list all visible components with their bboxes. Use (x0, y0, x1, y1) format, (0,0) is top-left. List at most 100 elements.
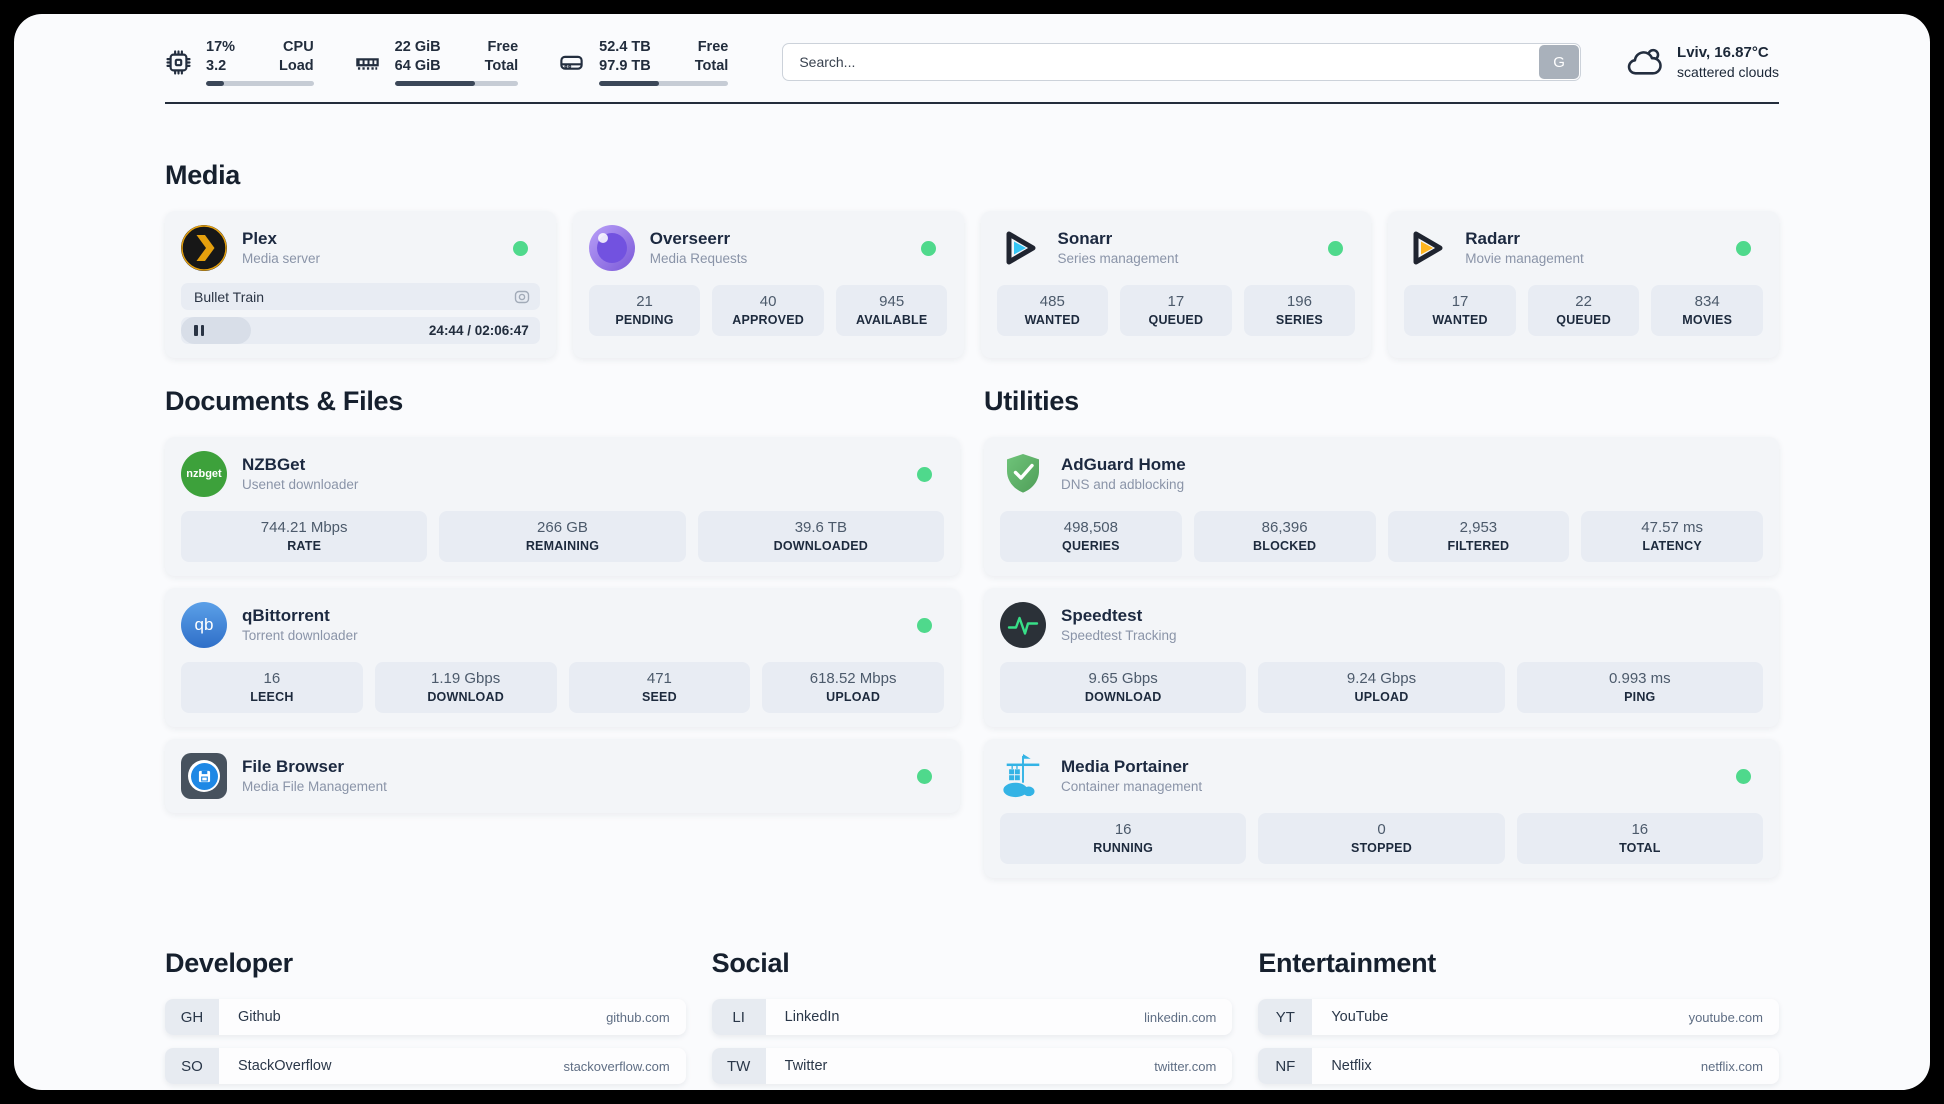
stat-label: PING (1624, 690, 1656, 704)
utilities-heading: Utilities (984, 386, 1079, 416)
stat-label: RUNNING (1093, 841, 1154, 855)
stat-value: 40 (759, 293, 777, 310)
status-online-dot (920, 240, 936, 256)
developer-column: Developer GH Github github.com SO StackO… (165, 948, 686, 1090)
cpu-usage-value: 17% (206, 39, 236, 55)
storage-metric: 52.4 TB 97.9 TB Free Total (558, 38, 729, 86)
sonarr-card[interactable]: Sonarr Series management 485 WANTED 17 Q… (980, 211, 1372, 358)
app-subtitle: Media server (242, 251, 321, 266)
overseerr-card[interactable]: Overseerr Media Requests 21 PENDING 40 A… (572, 211, 964, 358)
radarr-card[interactable]: Radarr Movie management 17 WANTED 22 QUE… (1388, 211, 1779, 358)
bookmark-name: StackOverflow (238, 1058, 332, 1074)
app-title: qBittorrent (242, 606, 330, 625)
header: 17% 3.2 CPU Load 22 GiB 64 GiB Free Tota… (165, 38, 1779, 86)
app-title: NZBGet (242, 455, 306, 474)
filebrowser-card[interactable]: File Browser Media File Management (165, 739, 960, 813)
stat-value: 0 (1377, 821, 1386, 838)
status-online-dot (917, 617, 932, 633)
bookmark-netflix[interactable]: NF Netflix netflix.com (1258, 1048, 1779, 1084)
stat-label: PENDING (615, 313, 674, 327)
stat-value: 9.24 Gbps (1346, 670, 1417, 687)
bookmark-abbr: TW (711, 1048, 766, 1084)
stat-value: 9.65 Gbps (1088, 670, 1158, 687)
disk-total-label: Total (694, 58, 729, 74)
stat-box: 47.57 ms LATENCY (1581, 511, 1763, 562)
stat-box: 471 SEED (568, 662, 751, 713)
search-input[interactable] (782, 43, 1582, 81)
bookmark-linkedin[interactable]: LI LinkedIn linkedin.com (711, 999, 1233, 1035)
search-engine-button[interactable]: G (1539, 45, 1580, 79)
stat-box: 0.993 ms PING (1516, 662, 1763, 713)
disk-free-label: Free (697, 39, 729, 55)
weather-widget[interactable]: Lviv, 16.87°C scattered clouds (1625, 43, 1779, 82)
stat-label: DOWNLOAD (427, 690, 504, 704)
overseerr-logo-icon (588, 225, 635, 271)
stat-label: AVAILABLE (855, 313, 928, 327)
disk-total-value: 97.9 TB (599, 58, 651, 74)
entertainment-column: Entertainment YT YouTube youtube.com NF … (1258, 948, 1779, 1090)
nzbget-card[interactable]: nzbget NZBGet Usenet downloader 744.21 M… (165, 437, 960, 576)
plex-card[interactable]: Plex Media server Bullet Train 24:44 / 0… (165, 211, 556, 358)
memory-metric: 22 GiB 64 GiB Free Total (354, 38, 519, 86)
stat-value: 16 (1114, 821, 1132, 838)
stat-box: 1.19 Gbps DOWNLOAD (374, 662, 557, 713)
stat-box: 17 QUEUED (1120, 285, 1232, 336)
bookmark-abbr: GH (165, 999, 219, 1035)
app-title: AdGuard Home (1061, 455, 1186, 474)
bookmark-url: stackoverflow.com (563, 1058, 670, 1074)
stat-label: FILTERED (1447, 539, 1510, 553)
playback-time: 24:44 / 02:06:47 (428, 323, 529, 338)
radarr-logo-icon (1404, 225, 1450, 271)
bookmark-github[interactable]: GH Github github.com (165, 999, 686, 1035)
stat-value: 47.57 ms (1641, 519, 1703, 536)
bookmark-stackoverflow[interactable]: SO StackOverflow stackoverflow.com (165, 1048, 686, 1084)
dashboard-surface: 17% 3.2 CPU Load 22 GiB 64 GiB Free Tota… (14, 14, 1930, 1090)
cpu-load-label: Load (279, 58, 314, 74)
developer-heading: Developer (165, 948, 293, 978)
bookmark-abbr: LI (711, 999, 766, 1035)
stat-box: 196 SERIES (1243, 285, 1356, 336)
app-subtitle: Series management (1057, 251, 1179, 266)
video-camera-icon[interactable] (514, 289, 530, 305)
stat-value: 945 (879, 293, 905, 310)
bookmark-name: Netflix (1331, 1058, 1372, 1074)
search-bar: G (782, 43, 1582, 81)
stat-box: 16 TOTAL (1516, 813, 1763, 864)
app-title: Media Portainer (1061, 757, 1189, 776)
speedtest-card[interactable]: Speedtest Speedtest Tracking 9.65 Gbps D… (984, 588, 1779, 727)
weather-location-temp: Lviv, 16.87°C (1677, 43, 1769, 61)
documents-column: Documents & Files nzbget NZBGet Usenet d… (165, 386, 960, 825)
portainer-card[interactable]: Media Portainer Container management 16 … (984, 739, 1779, 878)
stat-box: 618.52 Mbps UPLOAD (762, 662, 944, 713)
bookmark-twitter[interactable]: TW Twitter twitter.com (711, 1048, 1233, 1084)
bookmark-url: youtube.com (1688, 1009, 1763, 1025)
bookmark-name: YouTube (1331, 1009, 1389, 1025)
stat-label: DOWNLOADED (773, 539, 868, 553)
stat-label: UPLOAD (826, 690, 881, 704)
ram-total-value: 64 GiB (394, 58, 441, 74)
stat-label: STOPPED (1351, 841, 1412, 855)
bookmark-url: linkedin.com (1144, 1009, 1217, 1025)
playback-progress-bar[interactable]: 24:44 / 02:06:47 (181, 317, 540, 344)
stat-box: 744.21 Mbps RATE (181, 511, 428, 562)
status-online-dot (917, 768, 932, 784)
stat-label: WANTED (1432, 313, 1488, 327)
app-title: Radarr (1465, 229, 1521, 248)
bookmark-name: Github (238, 1009, 281, 1025)
nzbget-logo-icon: nzbget (181, 451, 227, 497)
stat-value: 86,396 (1261, 519, 1308, 536)
sonarr-logo-icon (997, 225, 1043, 271)
qbittorrent-card[interactable]: qb qBittorrent Torrent downloader 16 LEE… (165, 588, 960, 727)
media-section: Media Plex Media server Bullet Train 24:… (165, 160, 1779, 358)
plex-logo-icon (181, 225, 227, 271)
stat-value: 744.21 Mbps (260, 519, 348, 536)
stat-label: LEECH (250, 690, 294, 704)
bookmark-youtube[interactable]: YT YouTube youtube.com (1258, 999, 1779, 1035)
status-online-dot (512, 240, 528, 256)
pause-icon[interactable] (194, 325, 204, 336)
stat-value: 16 (1631, 821, 1649, 838)
app-subtitle: Movie management (1465, 251, 1584, 266)
filebrowser-logo-icon (181, 753, 227, 799)
adguard-card[interactable]: AdGuard Home DNS and adblocking 498,508 … (984, 437, 1779, 576)
stat-label: SERIES (1275, 313, 1323, 327)
